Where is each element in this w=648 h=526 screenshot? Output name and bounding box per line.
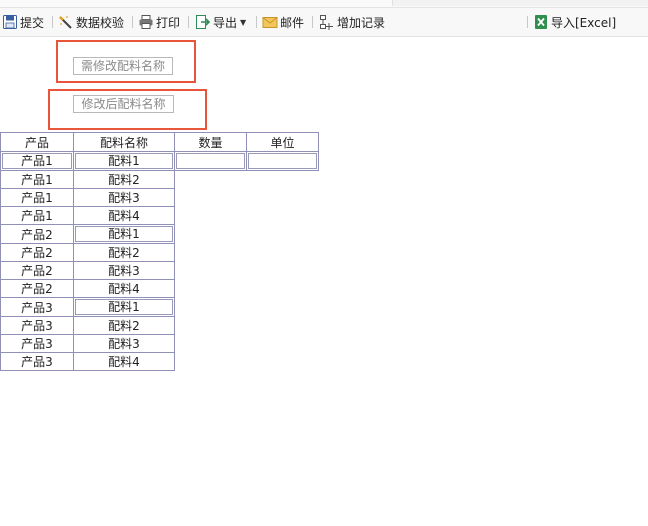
product-cell[interactable]: 产品2: [0, 243, 74, 262]
table-row: 产品1 配料2: [0, 170, 319, 189]
envelope-icon: [262, 17, 278, 28]
table-row: 产品2 配料1: [0, 224, 319, 244]
add-record-label: 增加记录: [337, 15, 386, 30]
unit-cell[interactable]: [246, 151, 319, 171]
excel-icon: [535, 15, 547, 29]
table-row: 产品3 配料4: [0, 352, 319, 371]
table-row: 产品3 配料1: [0, 297, 319, 317]
product-value: 产品1: [2, 153, 72, 169]
header-material: 配料名称: [73, 132, 175, 152]
product-cell[interactable]: 产品3: [0, 352, 74, 371]
toolbar-separator: [52, 16, 53, 28]
export-button[interactable]: 导出 ▼: [195, 14, 246, 30]
product-cell[interactable]: 产品1: [0, 151, 74, 171]
material-cell[interactable]: 配料3: [73, 334, 175, 353]
table-header-row: 产品 配料名称 数量 单位: [0, 132, 319, 152]
table-row: 产品3 配料2: [0, 316, 319, 335]
product-cell[interactable]: 产品2: [0, 261, 74, 280]
material-cell[interactable]: 配料1: [73, 224, 175, 244]
product-cell[interactable]: 产品3: [0, 334, 74, 353]
product-cell[interactable]: 产品1: [0, 170, 74, 189]
product-cell[interactable]: 产品3: [0, 316, 74, 335]
product-cell[interactable]: 产品2: [0, 224, 74, 244]
toolbar-separator: [527, 16, 528, 28]
save-icon: [3, 15, 17, 29]
toolbar-separator: [256, 16, 257, 28]
header-unit: 单位: [246, 132, 319, 152]
export-label: 导出: [213, 15, 238, 30]
material-cell[interactable]: 配料1: [73, 151, 175, 171]
toolbar: 提交 数据校验 打印 导出 ▼ 邮件 增加记录 导入[Excel]: [0, 8, 648, 37]
unit-input[interactable]: [248, 153, 317, 169]
table-row: 产品1 配料4: [0, 206, 319, 225]
table-row: 产品2 配料2: [0, 243, 319, 262]
material-cell[interactable]: 配料1: [73, 297, 175, 317]
table-row: 产品1 配料1: [0, 151, 319, 171]
new-material-input[interactable]: [73, 95, 174, 113]
product-cell[interactable]: 产品3: [0, 297, 74, 317]
material-value: 配料1: [75, 299, 173, 315]
printer-icon: [139, 15, 153, 29]
import-excel-button[interactable]: 导入[Excel]: [533, 14, 616, 30]
chevron-down-icon: ▼: [240, 17, 247, 27]
validate-label: 数据校验: [76, 15, 125, 30]
material-cell[interactable]: 配料2: [73, 316, 175, 335]
table-row: 产品2 配料4: [0, 279, 319, 298]
mail-label: 邮件: [280, 15, 305, 30]
horizontal-scrollbar[interactable]: [392, 0, 648, 6]
toolbar-separator: [132, 16, 133, 28]
material-cell[interactable]: 配料4: [73, 206, 175, 225]
material-cell[interactable]: 配料4: [73, 352, 175, 371]
material-value: 配料1: [75, 226, 173, 242]
product-cell[interactable]: 产品2: [0, 279, 74, 298]
toolbar-separator: [188, 16, 189, 28]
top-strip: [0, 0, 648, 8]
quantity-cell[interactable]: [174, 151, 247, 171]
table-row: 产品2 配料3: [0, 261, 319, 280]
magic-wand-icon: [59, 16, 72, 29]
product-cell[interactable]: 产品1: [0, 188, 74, 207]
material-value: 配料1: [75, 153, 173, 169]
recipe-table: 产品 配料名称 数量 单位 产品1 配料1 产品1 配料2 产品1 配料3 产品…: [0, 132, 319, 371]
toolbar-separator: [312, 16, 313, 28]
header-product: 产品: [0, 132, 74, 152]
print-button[interactable]: 打印: [138, 14, 180, 30]
table-row: 产品3 配料3: [0, 334, 319, 353]
material-cell[interactable]: 配料4: [73, 279, 175, 298]
import-excel-label: 导入[Excel]: [551, 15, 617, 30]
header-quantity: 数量: [174, 132, 247, 152]
original-material-input[interactable]: [73, 57, 173, 75]
material-cell[interactable]: 配料2: [73, 170, 175, 189]
mail-button[interactable]: 邮件: [262, 14, 304, 30]
material-cell[interactable]: 配料3: [73, 188, 175, 207]
material-cell[interactable]: 配料2: [73, 243, 175, 262]
add-record-button[interactable]: 增加记录: [319, 14, 385, 30]
export-icon: [196, 15, 211, 29]
product-cell[interactable]: 产品1: [0, 206, 74, 225]
submit-button[interactable]: 提交: [2, 14, 44, 30]
submit-label: 提交: [20, 15, 45, 30]
validate-button[interactable]: 数据校验: [58, 14, 124, 30]
print-label: 打印: [156, 15, 181, 30]
quantity-input[interactable]: [176, 153, 245, 169]
material-cell[interactable]: 配料3: [73, 261, 175, 280]
table-row: 产品1 配料3: [0, 188, 319, 207]
add-record-icon: [320, 15, 333, 30]
